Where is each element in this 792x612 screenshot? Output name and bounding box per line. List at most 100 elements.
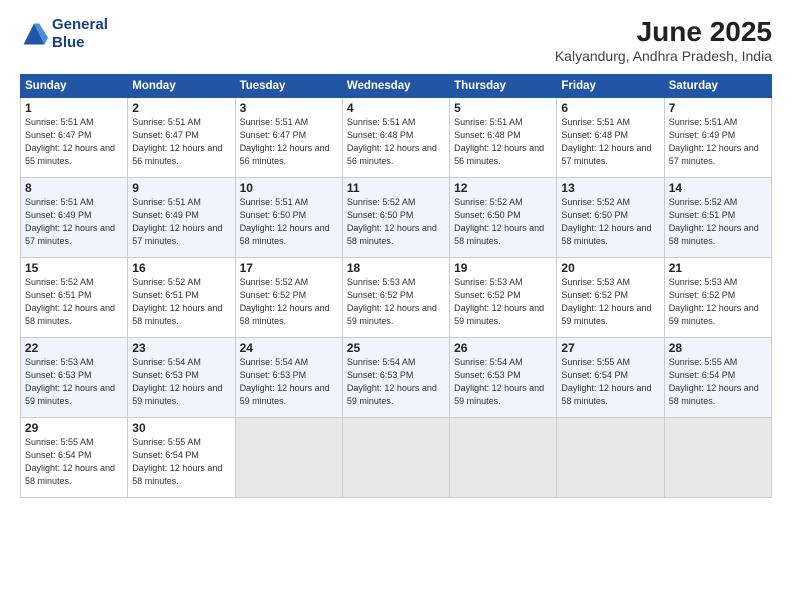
day-info: Sunrise: 5:53 AM Sunset: 6:52 PM Dayligh… bbox=[561, 276, 659, 328]
day-number: 10 bbox=[240, 181, 338, 195]
month-title: June 2025 bbox=[555, 16, 772, 48]
day-number: 18 bbox=[347, 261, 445, 275]
day-number: 3 bbox=[240, 101, 338, 115]
col-header-tuesday: Tuesday bbox=[235, 75, 342, 98]
day-cell: 18 Sunrise: 5:53 AM Sunset: 6:52 PM Dayl… bbox=[342, 258, 449, 338]
day-cell: 26 Sunrise: 5:54 AM Sunset: 6:53 PM Dayl… bbox=[450, 338, 557, 418]
day-cell: 16 Sunrise: 5:52 AM Sunset: 6:51 PM Dayl… bbox=[128, 258, 235, 338]
day-number: 6 bbox=[561, 101, 659, 115]
day-cell: 22 Sunrise: 5:53 AM Sunset: 6:53 PM Dayl… bbox=[21, 338, 128, 418]
day-cell: 2 Sunrise: 5:51 AM Sunset: 6:47 PM Dayli… bbox=[128, 98, 235, 178]
day-cell: 8 Sunrise: 5:51 AM Sunset: 6:49 PM Dayli… bbox=[21, 178, 128, 258]
day-info: Sunrise: 5:51 AM Sunset: 6:48 PM Dayligh… bbox=[454, 116, 552, 168]
day-cell: 11 Sunrise: 5:52 AM Sunset: 6:50 PM Dayl… bbox=[342, 178, 449, 258]
day-number: 7 bbox=[669, 101, 767, 115]
day-info: Sunrise: 5:51 AM Sunset: 6:49 PM Dayligh… bbox=[132, 196, 230, 248]
logo-text: General Blue bbox=[52, 16, 108, 52]
day-info: Sunrise: 5:53 AM Sunset: 6:52 PM Dayligh… bbox=[669, 276, 767, 328]
day-number: 22 bbox=[25, 341, 123, 355]
day-info: Sunrise: 5:52 AM Sunset: 6:52 PM Dayligh… bbox=[240, 276, 338, 328]
col-header-thursday: Thursday bbox=[450, 75, 557, 98]
day-number: 16 bbox=[132, 261, 230, 275]
title-block: June 2025 Kalyandurg, Andhra Pradesh, In… bbox=[555, 16, 772, 64]
day-cell: 17 Sunrise: 5:52 AM Sunset: 6:52 PM Dayl… bbox=[235, 258, 342, 338]
day-info: Sunrise: 5:52 AM Sunset: 6:51 PM Dayligh… bbox=[25, 276, 123, 328]
calendar-table: SundayMondayTuesdayWednesdayThursdayFrid… bbox=[20, 74, 772, 498]
day-cell: 4 Sunrise: 5:51 AM Sunset: 6:48 PM Dayli… bbox=[342, 98, 449, 178]
day-cell bbox=[235, 418, 342, 498]
day-info: Sunrise: 5:51 AM Sunset: 6:47 PM Dayligh… bbox=[240, 116, 338, 168]
day-number: 15 bbox=[25, 261, 123, 275]
day-cell: 6 Sunrise: 5:51 AM Sunset: 6:48 PM Dayli… bbox=[557, 98, 664, 178]
day-cell: 1 Sunrise: 5:51 AM Sunset: 6:47 PM Dayli… bbox=[21, 98, 128, 178]
day-info: Sunrise: 5:53 AM Sunset: 6:53 PM Dayligh… bbox=[25, 356, 123, 408]
day-cell: 25 Sunrise: 5:54 AM Sunset: 6:53 PM Dayl… bbox=[342, 338, 449, 418]
day-number: 11 bbox=[347, 181, 445, 195]
logo-icon bbox=[20, 20, 48, 48]
day-cell bbox=[342, 418, 449, 498]
day-cell bbox=[557, 418, 664, 498]
day-info: Sunrise: 5:51 AM Sunset: 6:49 PM Dayligh… bbox=[669, 116, 767, 168]
day-cell: 29 Sunrise: 5:55 AM Sunset: 6:54 PM Dayl… bbox=[21, 418, 128, 498]
col-header-monday: Monday bbox=[128, 75, 235, 98]
day-number: 2 bbox=[132, 101, 230, 115]
day-cell: 3 Sunrise: 5:51 AM Sunset: 6:47 PM Dayli… bbox=[235, 98, 342, 178]
logo: General Blue bbox=[20, 16, 108, 52]
day-number: 5 bbox=[454, 101, 552, 115]
day-cell: 13 Sunrise: 5:52 AM Sunset: 6:50 PM Dayl… bbox=[557, 178, 664, 258]
day-cell: 14 Sunrise: 5:52 AM Sunset: 6:51 PM Dayl… bbox=[664, 178, 771, 258]
day-cell: 12 Sunrise: 5:52 AM Sunset: 6:50 PM Dayl… bbox=[450, 178, 557, 258]
day-cell: 15 Sunrise: 5:52 AM Sunset: 6:51 PM Dayl… bbox=[21, 258, 128, 338]
page: General Blue June 2025 Kalyandurg, Andhr… bbox=[0, 0, 792, 612]
location-title: Kalyandurg, Andhra Pradesh, India bbox=[555, 48, 772, 64]
week-row-1: 1 Sunrise: 5:51 AM Sunset: 6:47 PM Dayli… bbox=[21, 98, 772, 178]
day-number: 23 bbox=[132, 341, 230, 355]
day-cell: 7 Sunrise: 5:51 AM Sunset: 6:49 PM Dayli… bbox=[664, 98, 771, 178]
day-number: 27 bbox=[561, 341, 659, 355]
day-cell: 20 Sunrise: 5:53 AM Sunset: 6:52 PM Dayl… bbox=[557, 258, 664, 338]
day-info: Sunrise: 5:51 AM Sunset: 6:48 PM Dayligh… bbox=[347, 116, 445, 168]
day-info: Sunrise: 5:54 AM Sunset: 6:53 PM Dayligh… bbox=[454, 356, 552, 408]
day-info: Sunrise: 5:51 AM Sunset: 6:47 PM Dayligh… bbox=[25, 116, 123, 168]
day-number: 21 bbox=[669, 261, 767, 275]
col-header-wednesday: Wednesday bbox=[342, 75, 449, 98]
day-info: Sunrise: 5:52 AM Sunset: 6:50 PM Dayligh… bbox=[454, 196, 552, 248]
day-info: Sunrise: 5:55 AM Sunset: 6:54 PM Dayligh… bbox=[25, 436, 123, 488]
header: General Blue June 2025 Kalyandurg, Andhr… bbox=[20, 16, 772, 64]
day-number: 20 bbox=[561, 261, 659, 275]
day-number: 19 bbox=[454, 261, 552, 275]
day-info: Sunrise: 5:55 AM Sunset: 6:54 PM Dayligh… bbox=[561, 356, 659, 408]
col-header-saturday: Saturday bbox=[664, 75, 771, 98]
day-cell: 9 Sunrise: 5:51 AM Sunset: 6:49 PM Dayli… bbox=[128, 178, 235, 258]
day-info: Sunrise: 5:55 AM Sunset: 6:54 PM Dayligh… bbox=[669, 356, 767, 408]
day-info: Sunrise: 5:52 AM Sunset: 6:51 PM Dayligh… bbox=[669, 196, 767, 248]
day-cell: 21 Sunrise: 5:53 AM Sunset: 6:52 PM Dayl… bbox=[664, 258, 771, 338]
day-info: Sunrise: 5:53 AM Sunset: 6:52 PM Dayligh… bbox=[454, 276, 552, 328]
day-number: 25 bbox=[347, 341, 445, 355]
week-row-4: 22 Sunrise: 5:53 AM Sunset: 6:53 PM Dayl… bbox=[21, 338, 772, 418]
day-number: 9 bbox=[132, 181, 230, 195]
day-info: Sunrise: 5:51 AM Sunset: 6:48 PM Dayligh… bbox=[561, 116, 659, 168]
day-number: 28 bbox=[669, 341, 767, 355]
day-info: Sunrise: 5:54 AM Sunset: 6:53 PM Dayligh… bbox=[132, 356, 230, 408]
day-number: 12 bbox=[454, 181, 552, 195]
day-number: 1 bbox=[25, 101, 123, 115]
day-cell: 30 Sunrise: 5:55 AM Sunset: 6:54 PM Dayl… bbox=[128, 418, 235, 498]
col-header-sunday: Sunday bbox=[21, 75, 128, 98]
day-info: Sunrise: 5:54 AM Sunset: 6:53 PM Dayligh… bbox=[347, 356, 445, 408]
day-number: 30 bbox=[132, 421, 230, 435]
week-row-2: 8 Sunrise: 5:51 AM Sunset: 6:49 PM Dayli… bbox=[21, 178, 772, 258]
day-info: Sunrise: 5:53 AM Sunset: 6:52 PM Dayligh… bbox=[347, 276, 445, 328]
day-number: 26 bbox=[454, 341, 552, 355]
day-cell: 27 Sunrise: 5:55 AM Sunset: 6:54 PM Dayl… bbox=[557, 338, 664, 418]
day-number: 13 bbox=[561, 181, 659, 195]
day-cell: 10 Sunrise: 5:51 AM Sunset: 6:50 PM Dayl… bbox=[235, 178, 342, 258]
day-number: 17 bbox=[240, 261, 338, 275]
col-header-friday: Friday bbox=[557, 75, 664, 98]
day-info: Sunrise: 5:51 AM Sunset: 6:47 PM Dayligh… bbox=[132, 116, 230, 168]
day-cell: 19 Sunrise: 5:53 AM Sunset: 6:52 PM Dayl… bbox=[450, 258, 557, 338]
day-cell: 24 Sunrise: 5:54 AM Sunset: 6:53 PM Dayl… bbox=[235, 338, 342, 418]
day-cell: 28 Sunrise: 5:55 AM Sunset: 6:54 PM Dayl… bbox=[664, 338, 771, 418]
week-row-5: 29 Sunrise: 5:55 AM Sunset: 6:54 PM Dayl… bbox=[21, 418, 772, 498]
day-info: Sunrise: 5:52 AM Sunset: 6:50 PM Dayligh… bbox=[561, 196, 659, 248]
